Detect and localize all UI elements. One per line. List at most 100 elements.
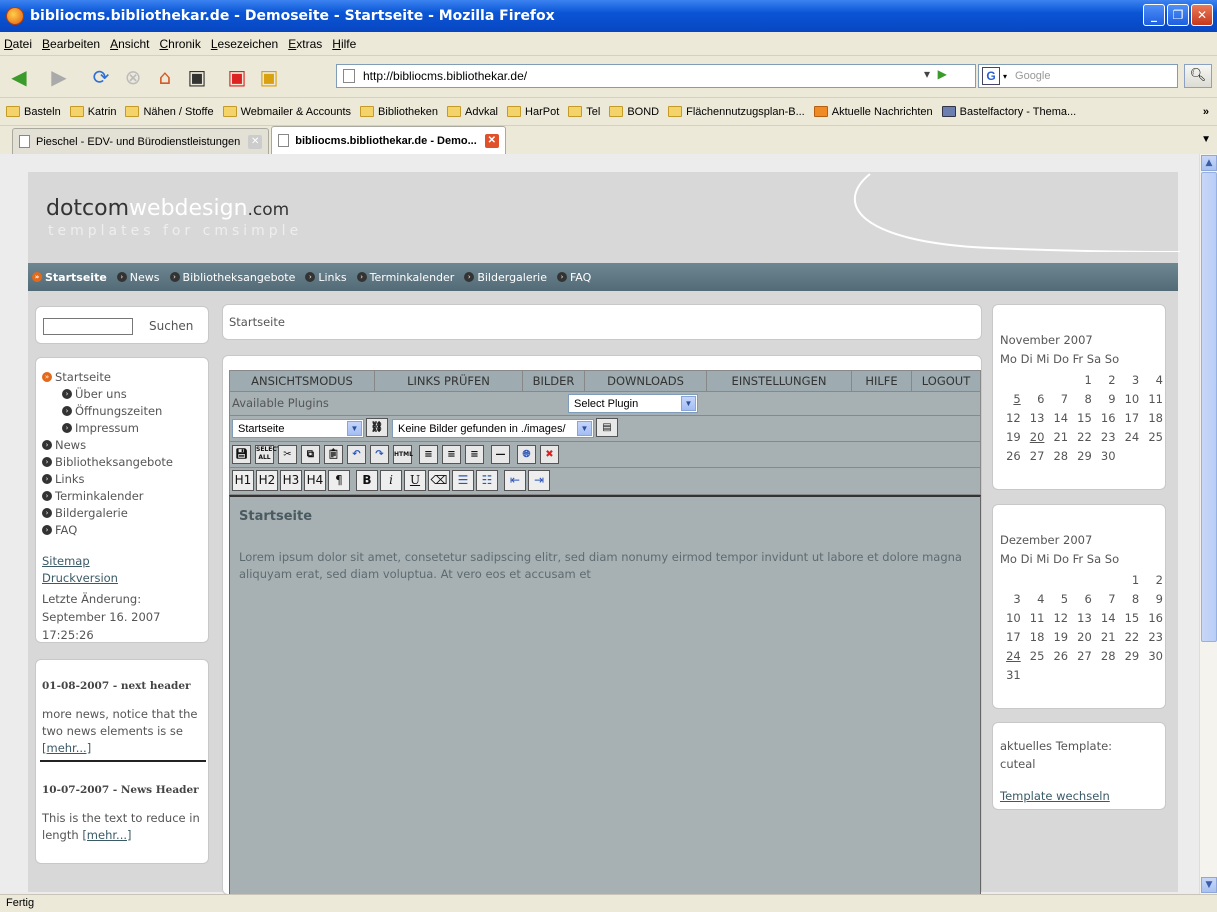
bullet-list-icon[interactable]: ☰ — [452, 470, 474, 491]
sitemap-link[interactable]: Sitemap — [42, 554, 90, 568]
h1-button[interactable]: H1 — [232, 470, 254, 491]
bookmark-folder[interactable]: Nähen / Stoffe — [125, 106, 214, 118]
url-go-buttons[interactable]: ▾ ▶ — [924, 67, 947, 81]
remove-link-icon[interactable]: ✖ — [540, 445, 559, 464]
menu-extras[interactable]: Extras — [288, 37, 322, 51]
close-tab-icon[interactable]: ✕ — [248, 134, 263, 149]
leftnav-faq[interactable]: › FAQ — [42, 523, 77, 537]
menu-chronik[interactable]: Chronik — [159, 37, 200, 51]
bookmark-folder[interactable]: Flächennutzugsplan-B... — [668, 106, 805, 118]
addon-red-icon[interactable]: ▣ — [224, 64, 250, 90]
leftnav-bildergalerie[interactable]: › Bildergalerie — [42, 506, 128, 520]
h4-button[interactable]: H4 — [304, 470, 326, 491]
admin-tab-downloads[interactable]: DOWNLOADS — [585, 371, 707, 391]
select-all-button[interactable]: SELECT ALL — [255, 445, 281, 464]
bookmark-rss[interactable]: Aktuelle Nachrichten — [813, 106, 933, 118]
content-editor[interactable]: Startseite Lorem ipsum dolor sit amet, c… — [229, 495, 981, 894]
insert-image-button[interactable]: ▤ — [596, 418, 618, 437]
search-icon[interactable]: 🔍︎ — [1184, 64, 1212, 88]
html-button[interactable]: HTML — [393, 445, 413, 464]
eraser-icon[interactable]: ⌫ — [428, 470, 450, 491]
topnav-startseite[interactable]: » Startseite — [32, 271, 107, 284]
site-search-input[interactable] — [43, 318, 133, 335]
leftnav-terminkalender[interactable]: › Terminkalender — [42, 489, 144, 503]
bookmark-folder[interactable]: BOND — [609, 106, 659, 118]
insert-link-button[interactable]: ⛓ — [366, 418, 388, 437]
paragraph-button[interactable]: ¶ — [328, 470, 350, 491]
bookmark-folder[interactable]: Advkal — [446, 106, 498, 118]
menu-ansicht[interactable]: Ansicht — [110, 37, 149, 51]
bookmark-folder[interactable]: Tel — [568, 106, 600, 118]
plugin-select[interactable]: Select Plugin ▼ — [568, 394, 698, 413]
bookmark-link[interactable]: Bastelfactory - Thema... — [941, 106, 1076, 118]
align-right-icon[interactable]: ≡ — [465, 445, 484, 464]
align-left-icon[interactable]: ≡ — [419, 445, 438, 464]
addon-icon[interactable]: ▣ — [184, 64, 210, 90]
reload-button[interactable]: ⟳ — [88, 64, 114, 90]
bookmark-folder[interactable]: Basteln — [6, 106, 61, 118]
vertical-scrollbar[interactable]: ▲ ▼ — [1199, 154, 1217, 894]
bookmark-folder[interactable]: HarPot — [507, 106, 559, 118]
topnav-news[interactable]: › News — [116, 271, 160, 284]
topnav-faq[interactable]: › FAQ — [556, 271, 591, 284]
horizontal-rule-icon[interactable]: — — [491, 445, 510, 464]
scroll-up-icon[interactable]: ▲ — [1201, 155, 1217, 171]
image-select[interactable]: Keine Bilder gefunden in ./images/▼ — [392, 419, 594, 438]
tab-bibliocms[interactable]: bibliocms.bibliothekar.de - Demo... ✕ — [271, 126, 506, 154]
admin-tab-logout[interactable]: LOGOUT — [912, 371, 980, 391]
calendar-day[interactable]: 20 — [1023, 427, 1047, 446]
admin-tab-einstellungen[interactable]: EINSTELLUNGEN — [707, 371, 852, 391]
underline-button[interactable]: U — [404, 470, 426, 491]
tab-list-icon[interactable]: ▼ — [1201, 134, 1211, 145]
scroll-down-icon[interactable]: ▼ — [1201, 877, 1217, 893]
close-button[interactable]: ✕ — [1191, 4, 1213, 26]
copy-icon[interactable]: ⧉ — [301, 445, 320, 464]
maximize-button[interactable]: ❐ — [1167, 4, 1189, 26]
leftnav-news[interactable]: › News — [42, 438, 86, 452]
bookmark-folder[interactable]: Bibliotheken — [360, 106, 438, 118]
numbered-list-icon[interactable]: ☷ — [476, 470, 498, 491]
create-link-icon[interactable]: 🌐︎ — [517, 445, 536, 464]
topnav-bibliotheksangebote[interactable]: › Bibliotheksangebote — [169, 271, 295, 284]
leftnav-startseite[interactable]: » Startseite — [42, 370, 111, 384]
h3-button[interactable]: H3 — [280, 470, 302, 491]
search-bar[interactable]: G ▾ Google — [978, 64, 1178, 88]
admin-tab-bilder[interactable]: BILDER — [523, 371, 585, 391]
tab-pieschel[interactable]: Pieschel - EDV- und Bürodienstleistungen… — [12, 128, 270, 154]
calendar-day[interactable]: 5 — [999, 389, 1023, 408]
leftnav-ueber-uns[interactable]: › Über uns — [62, 387, 127, 401]
align-center-icon[interactable]: ≡ — [442, 445, 461, 464]
print-link[interactable]: Druckversion — [42, 571, 118, 585]
template-switch-link[interactable]: Template wechseln — [1000, 789, 1110, 803]
topnav-bildergalerie[interactable]: › Bildergalerie — [464, 271, 547, 284]
undo-icon[interactable]: ↶ — [347, 445, 366, 464]
leftnav-bibliotheksangebote[interactable]: › Bibliotheksangebote — [42, 455, 173, 469]
leftnav-links[interactable]: › Links — [42, 472, 85, 486]
close-tab-icon[interactable]: ✕ — [484, 133, 499, 148]
bold-button[interactable]: B — [356, 470, 378, 491]
admin-tab-links-pruefen[interactable]: LINKS PRÜFEN — [375, 371, 523, 391]
forward-button[interactable]: ▶ — [46, 64, 72, 90]
outdent-icon[interactable]: ⇤ — [504, 470, 526, 491]
scrollbar-thumb[interactable] — [1201, 172, 1217, 642]
addon-yellow-icon[interactable]: ▣ — [256, 64, 282, 90]
menu-bearbeiten[interactable]: Bearbeiten — [42, 37, 100, 51]
bookmark-folder[interactable]: Katrin — [69, 106, 116, 118]
redo-icon[interactable]: ↷ — [370, 445, 389, 464]
minimize-button[interactable]: _ — [1143, 4, 1165, 26]
h2-button[interactable]: H2 — [256, 470, 278, 491]
url-bar[interactable]: http://bibliocms.bibliothekar.de/ — [336, 64, 976, 88]
save-icon[interactable]: 💾︎ — [232, 445, 251, 464]
calendar-day[interactable]: 24 — [999, 646, 1023, 665]
leftnav-impressum[interactable]: › Impressum — [62, 421, 139, 435]
italic-button[interactable]: i — [380, 470, 402, 491]
bookmark-folder[interactable]: Webmailer & Accounts — [222, 106, 351, 118]
news-more-link[interactable]: [mehr...] — [82, 828, 131, 842]
menu-hilfe[interactable]: Hilfe — [332, 37, 356, 51]
page-link-select[interactable]: Startseite ▼ — [232, 419, 364, 438]
admin-tab-ansichtsmodus[interactable]: ANSICHTSMODUS — [230, 371, 375, 391]
menu-lesezeichen[interactable]: Lesezeichen — [211, 37, 278, 51]
back-button[interactable]: ◀ — [6, 64, 32, 90]
topnav-links[interactable]: › Links — [305, 271, 347, 284]
site-search-button[interactable]: Suchen — [149, 319, 193, 333]
